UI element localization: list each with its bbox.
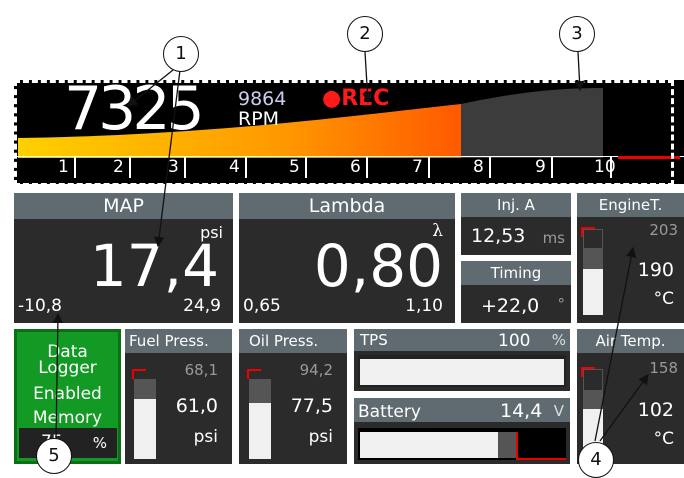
callout-3: 3 [559, 16, 595, 52]
callout-5: 5 [36, 438, 72, 474]
callout-2: 2 [347, 16, 383, 52]
callout-1: 1 [163, 36, 199, 72]
callout-leaders [52, 51, 649, 442]
callout-4: 4 [578, 442, 614, 478]
